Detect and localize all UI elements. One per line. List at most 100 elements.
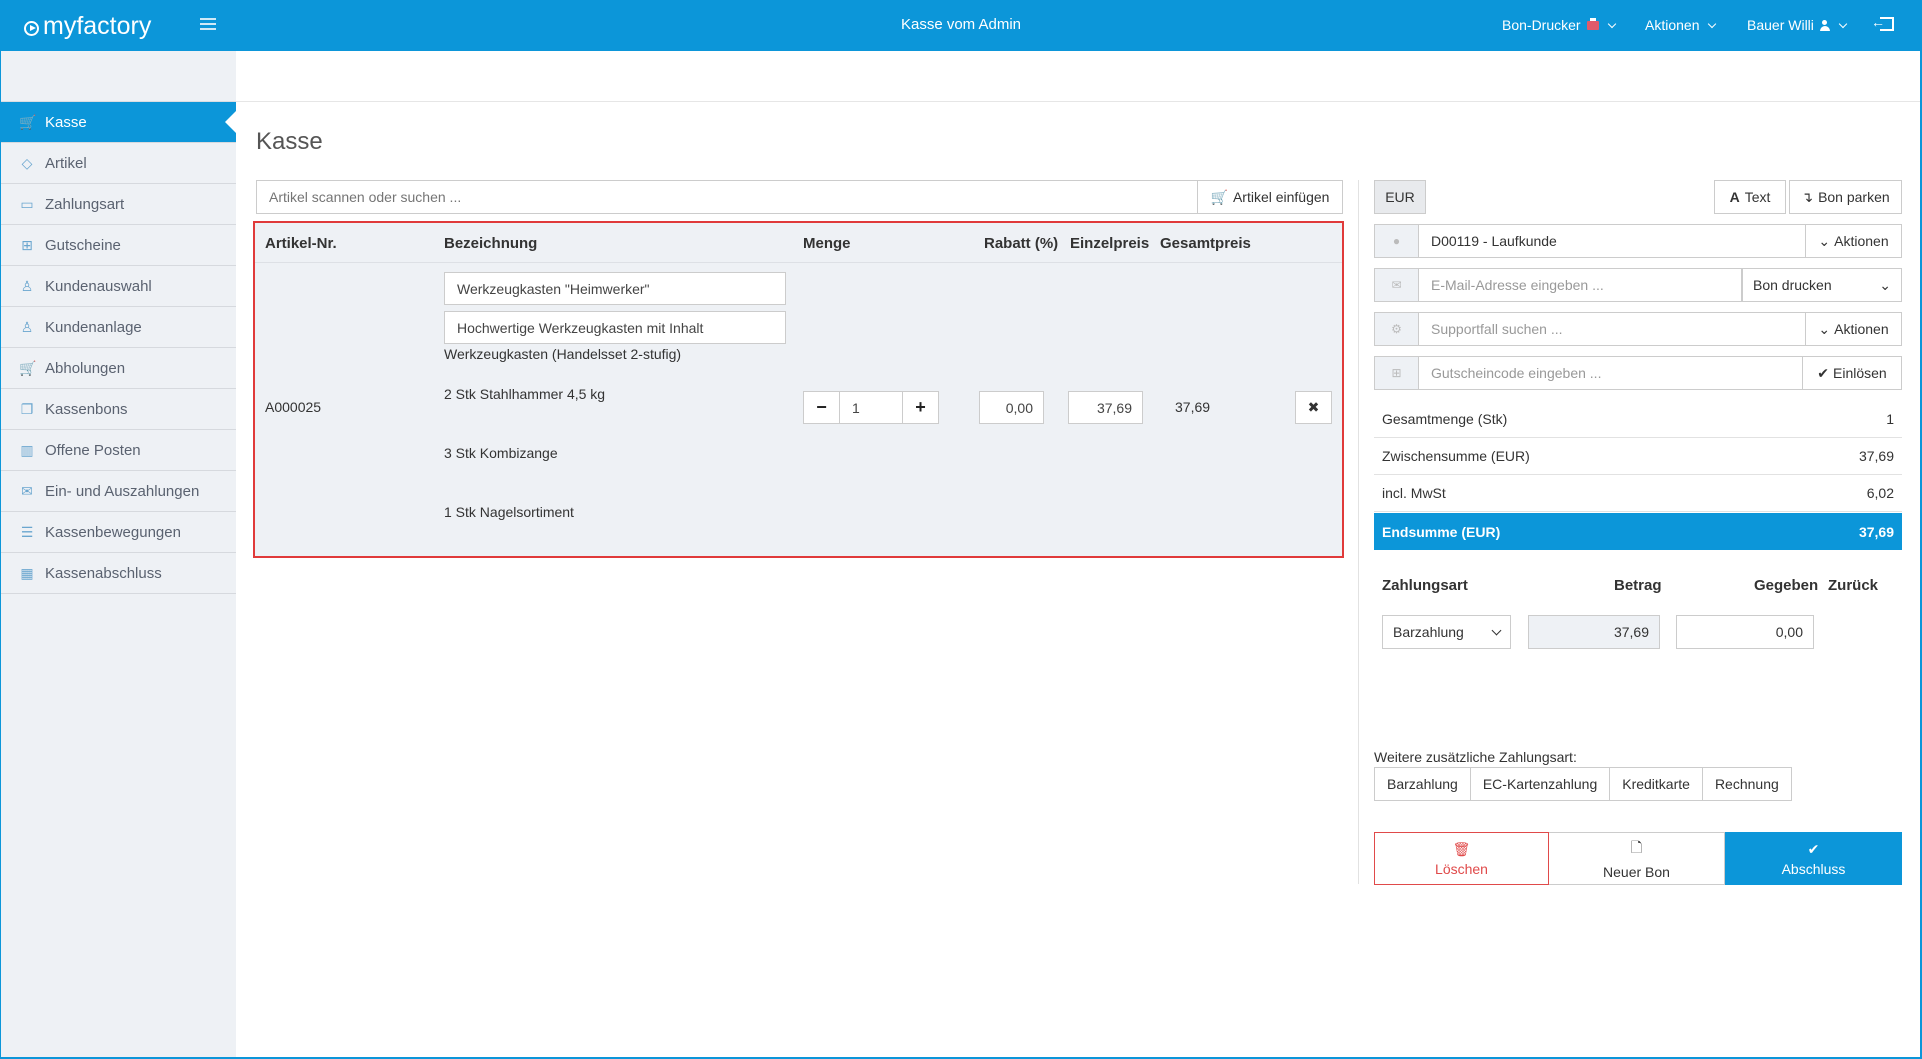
- print-option-select[interactable]: Bon drucken ⌄: [1742, 268, 1902, 302]
- user-add-icon: ♙: [20, 319, 34, 335]
- sidebar-item-gutscheine[interactable]: ⊞ Gutscheine: [1, 225, 236, 266]
- gear-icon: ⚙: [1374, 312, 1418, 346]
- payment-method-select[interactable]: Barzahlung: [1382, 615, 1511, 649]
- window-title: Kasse vom Admin: [900, 16, 1022, 33]
- sub-toolbar: [236, 51, 1920, 102]
- printer-icon: [1586, 17, 1599, 30]
- sidebar-item-kasse[interactable]: 🛒 Kasse: [1, 102, 237, 143]
- email-row: ✉ E-Mail-Adresse eingeben ... Bon drucke…: [1374, 268, 1902, 302]
- email-input[interactable]: E-Mail-Adresse eingeben ...: [1418, 268, 1742, 302]
- customer-actions-button[interactable]: ⌄ Aktionen: [1806, 224, 1902, 258]
- summary-row: incl. MwSt 6,02: [1374, 475, 1902, 512]
- chevron-down-icon: [1491, 625, 1502, 635]
- remove-row-button[interactable]: ✖: [1295, 391, 1332, 424]
- add-payment-invoice-button[interactable]: Rechnung: [1701, 767, 1792, 801]
- article-search-input[interactable]: [256, 180, 1197, 214]
- support-search-input[interactable]: Supportfall suchen ...: [1418, 312, 1806, 346]
- sidebar-item-zahlungsart[interactable]: ▭ Zahlungsart: [1, 184, 236, 225]
- sidebar-item-ein-auszahlungen[interactable]: ✉ Ein- und Auszahlungen: [1, 471, 236, 512]
- summary-row: Gesamtmenge (Stk) 1: [1374, 401, 1902, 438]
- gift-icon: ⊞: [1374, 356, 1418, 390]
- chevron-down-icon: ⌄: [1879, 276, 1891, 293]
- chevron-down-icon: [1838, 19, 1848, 28]
- tag-icon: ◇: [21, 155, 33, 171]
- currency-button[interactable]: EUR: [1374, 180, 1426, 214]
- payment-header: Betrag: [1614, 577, 1662, 594]
- support-actions-button[interactable]: ⌄ Aktionen: [1806, 312, 1902, 346]
- payment-header: Zahlungsart: [1382, 577, 1468, 594]
- customer-field[interactable]: D00119 - Laufkunde: [1418, 224, 1806, 258]
- cart-icon: 🛒: [19, 360, 37, 376]
- column-header: Gesamtpreis: [1160, 235, 1251, 252]
- envelope-icon: ✉: [1374, 268, 1418, 302]
- customer-row: ● D00119 - Laufkunde ⌄ Aktionen: [1374, 224, 1902, 258]
- summary-row: Zwischensumme (EUR) 37,69: [1374, 438, 1902, 475]
- sidebar-item-offene-posten[interactable]: ▥ Offene Posten: [1, 430, 236, 471]
- check-icon: ✔: [1807, 840, 1820, 857]
- article-detail-line: 3 Stk Kombizange: [444, 445, 558, 461]
- sidebar-item-artikel[interactable]: ◇ Artikel: [1, 143, 236, 184]
- user-icon: ●: [1374, 224, 1418, 258]
- chevron-down-icon: ⌄: [1818, 320, 1831, 337]
- logout-icon[interactable]: [1871, 14, 1894, 31]
- cart-plus-icon: 🛒: [1210, 188, 1228, 205]
- sidebar-item-kassenbons[interactable]: ❐ Kassenbons: [1, 389, 236, 430]
- calculator-icon: ▦: [20, 565, 34, 581]
- sidebar-item-kundenauswahl[interactable]: ♙ Kundenauswahl: [1, 266, 236, 307]
- column-header: Rabatt (%): [984, 235, 1059, 252]
- increase-quantity-button[interactable]: +: [902, 391, 939, 424]
- sidebar-item-abholungen[interactable]: 🛒 Abholungen: [1, 348, 236, 389]
- actions-menu[interactable]: Aktionen: [1645, 17, 1717, 33]
- article-detail-line: 2 Stk Stahlhammer 4,5 kg: [444, 386, 606, 402]
- sidebar: 🛒 Kasse ◇ Artikel ▭ Zahlungsart ⊞ Gutscheine…: [1, 51, 237, 1057]
- complete-button[interactable]: ✔ Abschluss: [1725, 832, 1902, 885]
- check-icon: ✔: [1817, 364, 1830, 381]
- add-payment-ec-button[interactable]: EC-Kartenzahlung: [1469, 767, 1610, 801]
- article-detail-line: 1 Stk Nagelsortiment: [444, 504, 574, 520]
- more-payment-buttons: Barzahlung EC-Kartenzahlung Kreditkarte …: [1374, 767, 1792, 801]
- voucher-code-input[interactable]: Gutscheincode eingeben ...: [1418, 356, 1803, 390]
- grand-total-row: Endsumme (EUR) 37,69: [1374, 513, 1902, 550]
- panel-divider: [1358, 180, 1359, 884]
- envelope-icon: ✉: [21, 483, 33, 499]
- column-header: Bezeichnung: [444, 235, 538, 252]
- column-header: Menge: [803, 235, 851, 252]
- add-payment-cash-button[interactable]: Barzahlung: [1374, 767, 1470, 801]
- discount-input[interactable]: 0,00: [979, 391, 1044, 424]
- park-receipt-button[interactable]: ↴ Bon parken: [1789, 180, 1902, 214]
- column-header: Artikel-Nr.: [265, 235, 337, 252]
- article-table: Artikel-Nr. Bezeichnung Menge Rabatt (%)…: [253, 221, 1344, 558]
- add-payment-credit-button[interactable]: Kreditkarte: [1609, 767, 1702, 801]
- payment-amount-field: 37,69: [1528, 615, 1660, 649]
- sidebar-item-kassenabschluss[interactable]: ▦ Kassenabschluss: [1, 553, 236, 594]
- file-icon: 🗋: [1630, 839, 1643, 855]
- article-number: A000025: [265, 399, 322, 415]
- decrease-quantity-button[interactable]: −: [803, 391, 840, 424]
- user-search-icon: ♙: [20, 278, 34, 294]
- chevron-down-icon: ⌄: [1818, 232, 1831, 249]
- article-search-row: 🛒 Artikel einfügen: [256, 180, 1343, 214]
- article-name-input[interactable]: Werkzeugkasten "Heimwerker": [444, 272, 786, 305]
- sidebar-item-kassenbewegungen[interactable]: ☰ Kassenbewegungen: [1, 512, 236, 553]
- payment-header: Zurück: [1828, 577, 1879, 594]
- quantity-input[interactable]: 1: [839, 391, 903, 424]
- page-title: Kasse: [256, 128, 323, 155]
- close-icon: ✖: [1307, 399, 1320, 415]
- sidebar-item-kundenanlage[interactable]: ♙ Kundenanlage: [1, 307, 236, 348]
- text-button[interactable]: A Text: [1714, 180, 1786, 214]
- payment-given-input[interactable]: 0,00: [1676, 615, 1814, 649]
- plus-icon: +: [915, 397, 926, 417]
- article-description-input[interactable]: Hochwertige Werkzeugkasten mit Inhalt: [444, 311, 786, 344]
- minus-icon: −: [816, 397, 827, 417]
- redeem-button[interactable]: ✔ Einlösen: [1803, 356, 1902, 390]
- book-icon: ▥: [20, 442, 34, 458]
- unit-price-input[interactable]: 37,69: [1068, 391, 1143, 424]
- insert-article-button[interactable]: 🛒 Artikel einfügen: [1197, 180, 1343, 214]
- delete-receipt-button[interactable]: 🗑 Löschen: [1374, 832, 1549, 885]
- user-icon: [1819, 19, 1830, 31]
- user-menu[interactable]: Bauer Willi: [1747, 17, 1848, 33]
- copy-icon: ❐: [20, 401, 34, 417]
- new-receipt-button[interactable]: 🗋 Neuer Bon: [1549, 832, 1725, 885]
- column-header: Einzelpreis: [1070, 235, 1150, 252]
- bon-printer-menu[interactable]: Bon-Drucker: [1502, 17, 1616, 33]
